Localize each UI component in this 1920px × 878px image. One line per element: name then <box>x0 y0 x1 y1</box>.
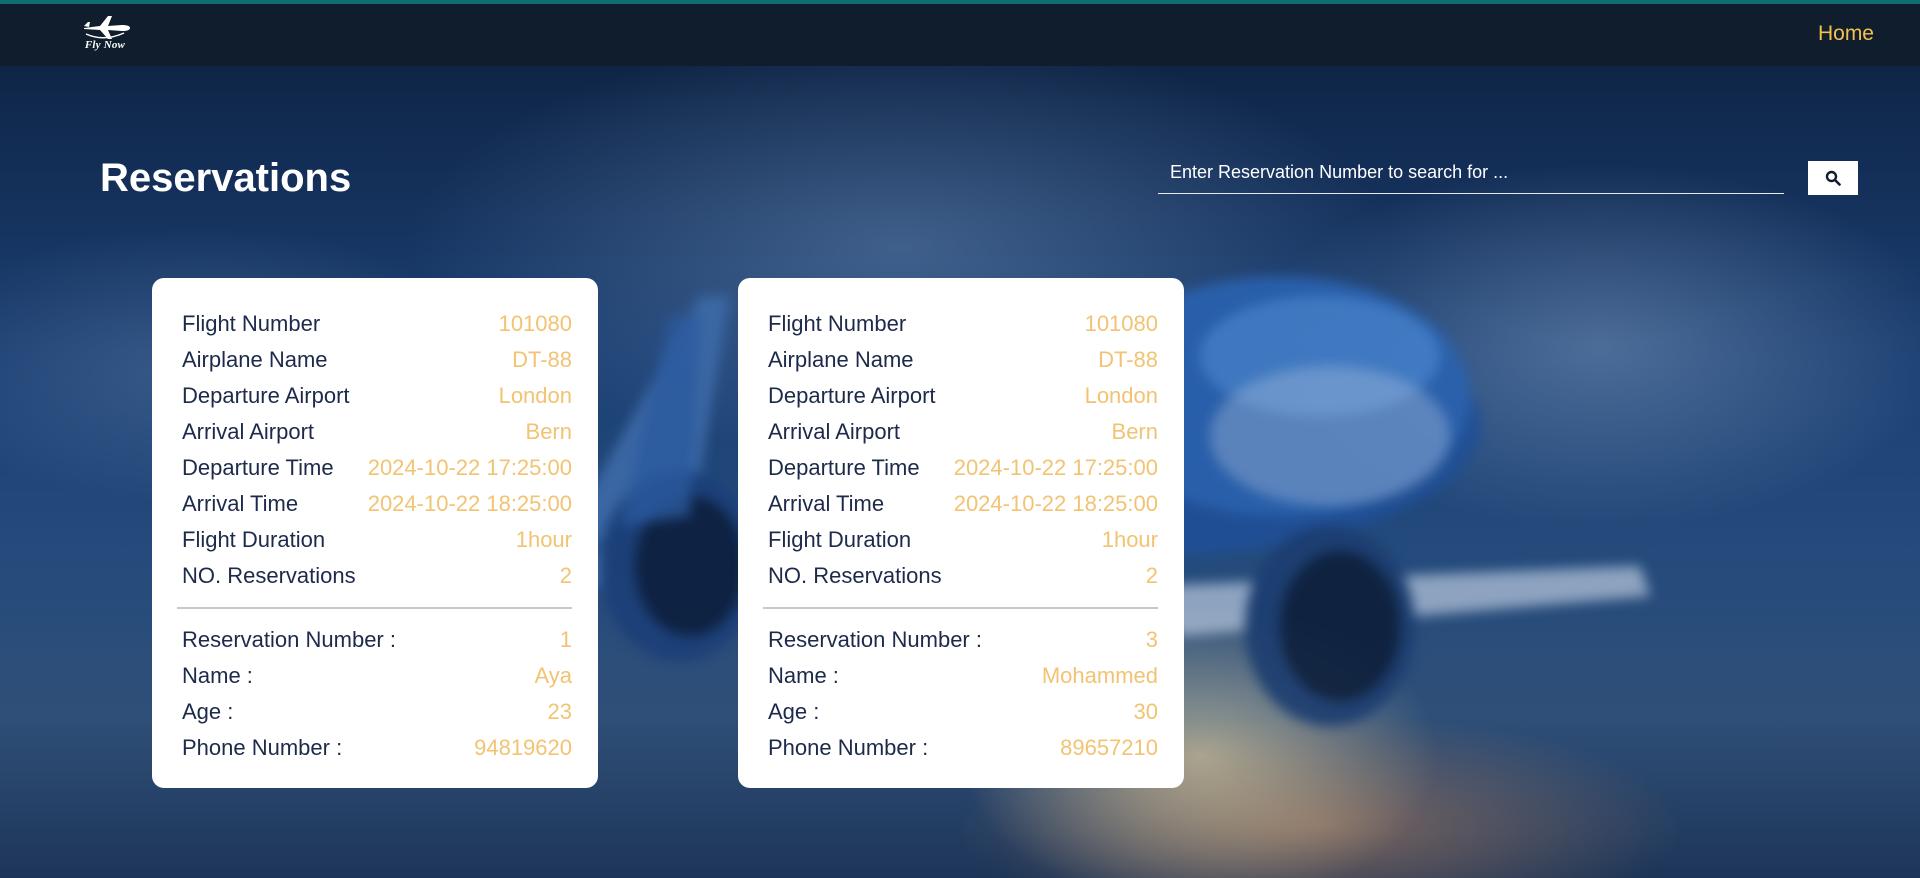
airplane-name-value: DT-88 <box>1098 347 1158 372</box>
departure-airport-value: London <box>1084 383 1158 408</box>
search-input[interactable] <box>1158 152 1784 193</box>
departure-airport-label: Departure Airport <box>768 383 936 408</box>
phone-number-value: 89657210 <box>1060 735 1158 760</box>
departure-airport-label: Departure Airport <box>182 383 350 408</box>
reservation-number-value: 3 <box>1145 627 1158 652</box>
departure-airport-row: Departure Airport London <box>768 378 1158 414</box>
flight-number-value: 101080 <box>498 311 572 336</box>
phone-number-label: Phone Number : <box>182 735 343 760</box>
passenger-age-value: 30 <box>1133 699 1158 724</box>
passenger-name-label: Name : <box>768 663 839 688</box>
phone-number-row: Phone Number : 89657210 <box>768 730 1158 766</box>
flight-number-row: Flight Number 101080 <box>182 306 572 342</box>
passenger-age-label: Age : <box>768 699 820 724</box>
card-divider <box>177 607 572 609</box>
search-icon <box>1825 170 1841 186</box>
arrival-time-value: 2024-10-22 18:25:00 <box>367 491 572 516</box>
departure-time-row: Departure Time 2024-10-22 17:25:00 <box>768 450 1158 486</box>
departure-airport-value: London <box>498 383 572 408</box>
arrival-time-value: 2024-10-22 18:25:00 <box>953 491 1158 516</box>
phone-number-row: Phone Number : 94819620 <box>182 730 572 766</box>
passenger-age-row: Age : 30 <box>768 694 1158 730</box>
navbar: Fly Now Home <box>0 4 1920 66</box>
departure-time-value: 2024-10-22 17:25:00 <box>367 455 572 480</box>
reservations-count-label: NO. Reservations <box>768 563 942 588</box>
arrival-time-label: Arrival Time <box>768 491 885 516</box>
reservation-number-label: Reservation Number : <box>182 627 396 652</box>
flight-number-row: Flight Number 101080 <box>768 306 1158 342</box>
card-divider <box>763 607 1158 609</box>
arrival-airport-value: Bern <box>1111 419 1158 444</box>
departure-time-label: Departure Time <box>182 455 334 480</box>
flight-duration-row: Flight Duration 1hour <box>182 522 572 558</box>
reservations-count-value: 2 <box>559 563 572 588</box>
logo-text: Fly Now <box>84 39 126 51</box>
search-field <box>1158 152 1784 194</box>
flight-number-label: Flight Number <box>182 311 321 336</box>
airplane-name-label: Airplane Name <box>768 347 914 372</box>
airplane-logo-icon <box>84 16 130 39</box>
arrival-airport-value: Bern <box>525 419 572 444</box>
flight-number-label: Flight Number <box>768 311 907 336</box>
passenger-age-value: 23 <box>547 699 572 724</box>
reservation-number-value: 1 <box>559 627 572 652</box>
arrival-airport-label: Arrival Airport <box>768 419 901 444</box>
passenger-name-row: Name : Mohammed <box>768 658 1158 694</box>
arrival-airport-row: Arrival Airport Bern <box>182 414 572 450</box>
departure-time-value: 2024-10-22 17:25:00 <box>953 455 1158 480</box>
arrival-time-row: Arrival Time 2024-10-22 18:25:00 <box>768 486 1158 522</box>
reservation-number-row: Reservation Number : 1 <box>182 622 572 658</box>
passenger-age-label: Age : <box>182 699 234 724</box>
reservations-count-label: NO. Reservations <box>182 563 356 588</box>
airplane-name-value: DT-88 <box>512 347 572 372</box>
arrival-time-label: Arrival Time <box>182 491 299 516</box>
reservations-count-row: NO. Reservations 2 <box>182 558 572 594</box>
passenger-age-row: Age : 23 <box>182 694 572 730</box>
search-button[interactable] <box>1808 161 1858 195</box>
nav-home-link[interactable]: Home <box>1818 22 1874 46</box>
airplane-name-row: Airplane Name DT-88 <box>768 342 1158 378</box>
reservation-number-row: Reservation Number : 3 <box>768 622 1158 658</box>
passenger-name-value: Mohammed <box>1041 663 1158 688</box>
page-title: Reservations <box>100 156 352 200</box>
reservations-count-row: NO. Reservations 2 <box>768 558 1158 594</box>
flight-duration-row: Flight Duration 1hour <box>768 522 1158 558</box>
arrival-time-row: Arrival Time 2024-10-22 18:25:00 <box>182 486 572 522</box>
flight-duration-value: 1hour <box>515 527 572 552</box>
airplane-name-row: Airplane Name DT-88 <box>182 342 572 378</box>
logo[interactable]: Fly Now <box>78 12 132 54</box>
arrival-airport-row: Arrival Airport Bern <box>768 414 1158 450</box>
reservations-count-value: 2 <box>1145 563 1158 588</box>
flight-number-value: 101080 <box>1084 311 1158 336</box>
flight-duration-value: 1hour <box>1101 527 1158 552</box>
flight-duration-label: Flight Duration <box>182 527 326 552</box>
departure-time-row: Departure Time 2024-10-22 17:25:00 <box>182 450 572 486</box>
passenger-name-row: Name : Aya <box>182 658 572 694</box>
reservation-number-label: Reservation Number : <box>768 627 982 652</box>
hero-section: Reservations Flight Number 101080 Airplan… <box>0 66 1920 878</box>
phone-number-label: Phone Number : <box>768 735 929 760</box>
passenger-name-label: Name : <box>182 663 253 688</box>
flight-duration-label: Flight Duration <box>768 527 912 552</box>
reservation-card: Flight Number 101080 Airplane Name DT-88 D… <box>152 278 598 788</box>
arrival-airport-label: Arrival Airport <box>182 419 315 444</box>
reservation-card: Flight Number 101080 Airplane Name DT-88 D… <box>738 278 1184 788</box>
departure-time-label: Departure Time <box>768 455 920 480</box>
airplane-name-label: Airplane Name <box>182 347 328 372</box>
departure-airport-row: Departure Airport London <box>182 378 572 414</box>
phone-number-value: 94819620 <box>474 735 572 760</box>
passenger-name-value: Aya <box>534 663 572 688</box>
